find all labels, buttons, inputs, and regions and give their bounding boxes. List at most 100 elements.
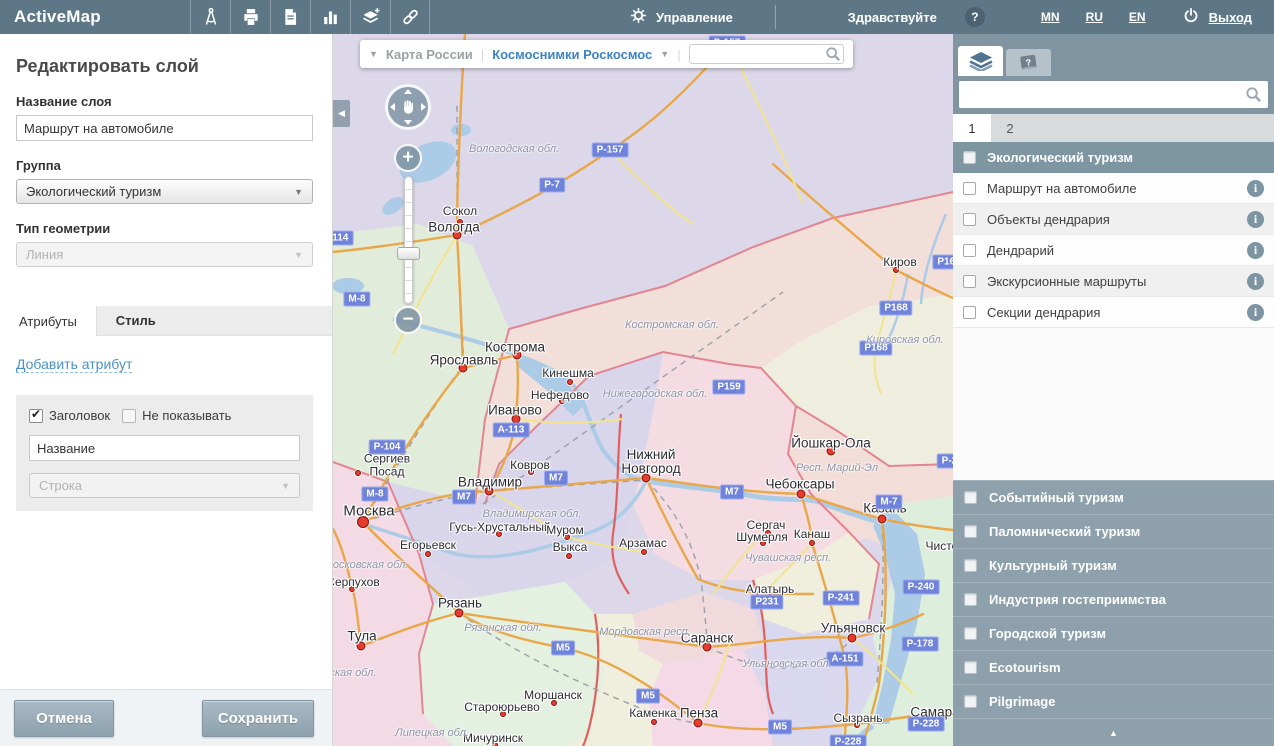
separator: |: [677, 47, 680, 62]
title-checkbox-label: Заголовок: [49, 408, 110, 423]
chevron-down-icon[interactable]: ▼: [369, 49, 378, 59]
info-icon[interactable]: i: [1247, 304, 1264, 321]
layer-checkbox[interactable]: [963, 244, 976, 257]
save-button[interactable]: Сохранить: [202, 700, 314, 737]
layer-group-header[interactable]: Pilgrimage: [953, 684, 1274, 718]
logout-button[interactable]: Выход: [1182, 7, 1252, 28]
active-layer-button[interactable]: Космоснимки Роскосмос: [492, 47, 652, 62]
layer-checkbox[interactable]: [963, 213, 976, 226]
docs-icon[interactable]: [270, 0, 310, 34]
layer-name-label: Название слоя: [16, 94, 316, 109]
map-pan-control[interactable]: [385, 84, 431, 130]
group-checkbox[interactable]: [964, 593, 977, 606]
measure-icon[interactable]: [190, 0, 230, 34]
layers-icon: [968, 51, 994, 71]
geometry-type-select: Линия ▼: [16, 242, 313, 267]
group-name: Ecotourism: [989, 660, 1061, 675]
zoom-out-button[interactable]: −: [394, 306, 422, 334]
hand-icon: [399, 98, 417, 115]
tab-layers[interactable]: [958, 46, 1003, 76]
header-divider: [775, 5, 776, 29]
group-checkbox[interactable]: [964, 661, 977, 674]
management-button[interactable]: Управление: [630, 7, 733, 27]
group-checkbox[interactable]: [964, 491, 977, 504]
map-image: [333, 34, 953, 746]
pan-down-icon[interactable]: [404, 120, 412, 125]
base-layer-button[interactable]: Карта России: [386, 47, 473, 62]
group-name: Культурный туризм: [989, 558, 1117, 573]
cancel-button[interactable]: Отмена: [14, 700, 114, 737]
layer-group-header-expanded[interactable]: Экологический туризм: [953, 142, 1274, 173]
layer-name-input[interactable]: [16, 115, 313, 141]
layers-panel: ? 12 Экологический туризм Маршрут на авт…: [953, 34, 1274, 746]
pan-left-icon[interactable]: [390, 103, 395, 111]
print-icon[interactable]: [230, 0, 270, 34]
tab-attributes[interactable]: Атрибуты: [0, 306, 97, 336]
info-icon[interactable]: i: [1247, 211, 1264, 228]
info-icon[interactable]: i: [1247, 180, 1264, 197]
group-checkbox[interactable]: [964, 525, 977, 538]
pan-up-icon[interactable]: [404, 89, 412, 94]
edit-layer-panel: Редактировать слой Название слоя Группа …: [0, 34, 333, 746]
panel-collapse-button[interactable]: ◀: [333, 100, 350, 127]
layer-group-header[interactable]: Культурный туризм: [953, 548, 1274, 582]
hide-checkbox-label: Не показывать: [142, 408, 231, 423]
panel-scroll-footer[interactable]: ▲: [953, 718, 1274, 746]
map-layer-switcher: ▼ Карта России | Космоснимки Роскосмос ▼…: [360, 40, 853, 68]
zoom-slider[interactable]: [404, 176, 413, 304]
group-checkbox[interactable]: [964, 627, 977, 640]
hide-checkbox[interactable]: [122, 409, 136, 423]
group-checkbox[interactable]: [964, 695, 977, 708]
page-tab-2[interactable]: 2: [991, 114, 1029, 142]
zoom-slider-handle[interactable]: [397, 247, 420, 260]
layers-search-row: [953, 76, 1274, 114]
tab-style[interactable]: Стиль: [97, 306, 175, 335]
zoom-in-button[interactable]: +: [394, 144, 422, 172]
group-select-value: Экологический туризм: [26, 184, 161, 199]
layers-search-input[interactable]: [959, 81, 1268, 108]
title-checkbox[interactable]: [29, 409, 43, 423]
layer-checkbox[interactable]: [963, 182, 976, 195]
add-attribute-link[interactable]: Добавить атрибут: [16, 356, 132, 373]
layer-group-header[interactable]: Ecotourism: [953, 650, 1274, 684]
editor-tabs: Атрибуты Стиль: [0, 306, 332, 336]
app-logo[interactable]: ActiveMap: [0, 7, 190, 27]
stats-icon[interactable]: [310, 0, 350, 34]
group-select[interactable]: Экологический туризм ▼: [16, 179, 313, 204]
chevron-down-icon: ▼: [294, 250, 303, 260]
group-checkbox[interactable]: [963, 151, 976, 164]
layer-checkbox[interactable]: [963, 306, 976, 319]
attribute-name-input[interactable]: [29, 435, 300, 461]
chevron-down-icon[interactable]: ▼: [660, 49, 669, 59]
layer-group-header[interactable]: Событийный туризм: [953, 480, 1274, 514]
layer-row: Секции дендрария i: [953, 297, 1274, 328]
map-canvas[interactable]: МоскваСоколВологдаКировЯрославльКострома…: [333, 34, 953, 746]
layer-group-header[interactable]: Паломнический туризм: [953, 514, 1274, 548]
tab-legend[interactable]: ?: [1006, 49, 1051, 76]
lang-ru[interactable]: RU: [1086, 10, 1103, 24]
layer-name: Маршрут на автомобиле: [987, 181, 1137, 196]
link-icon[interactable]: [390, 0, 430, 34]
power-icon: [1182, 7, 1200, 28]
layer-name: Секции дендрария: [987, 305, 1100, 320]
layer-group-header[interactable]: Городской туризм: [953, 616, 1274, 650]
map-search-input[interactable]: [689, 44, 844, 64]
lang-mn[interactable]: MN: [1041, 10, 1060, 24]
lang-en[interactable]: EN: [1129, 10, 1146, 24]
group-checkbox[interactable]: [964, 559, 977, 572]
chevron-down-icon: ▼: [281, 481, 290, 491]
layer-checkbox[interactable]: [963, 275, 976, 288]
collapsed-groups: Событийный туризмПаломнический туризм Кул…: [953, 480, 1274, 718]
layer-group-header[interactable]: Индустрия гостеприимства: [953, 582, 1274, 616]
layer-name: Экскурсионные маршруты: [987, 274, 1146, 289]
add-layer-icon[interactable]: [350, 0, 390, 34]
attribute-card: Заголовок Не показывать Строка ▼: [16, 395, 313, 511]
info-icon[interactable]: i: [1247, 242, 1264, 259]
layers-page-tabs: 12: [953, 114, 1274, 142]
page-tab-1[interactable]: 1: [953, 114, 991, 142]
info-icon[interactable]: i: [1247, 273, 1264, 290]
help-button[interactable]: ?: [965, 7, 985, 27]
geometry-type-value: Линия: [26, 247, 63, 262]
group-label: Группа: [16, 158, 316, 173]
pan-right-icon[interactable]: [421, 103, 426, 111]
